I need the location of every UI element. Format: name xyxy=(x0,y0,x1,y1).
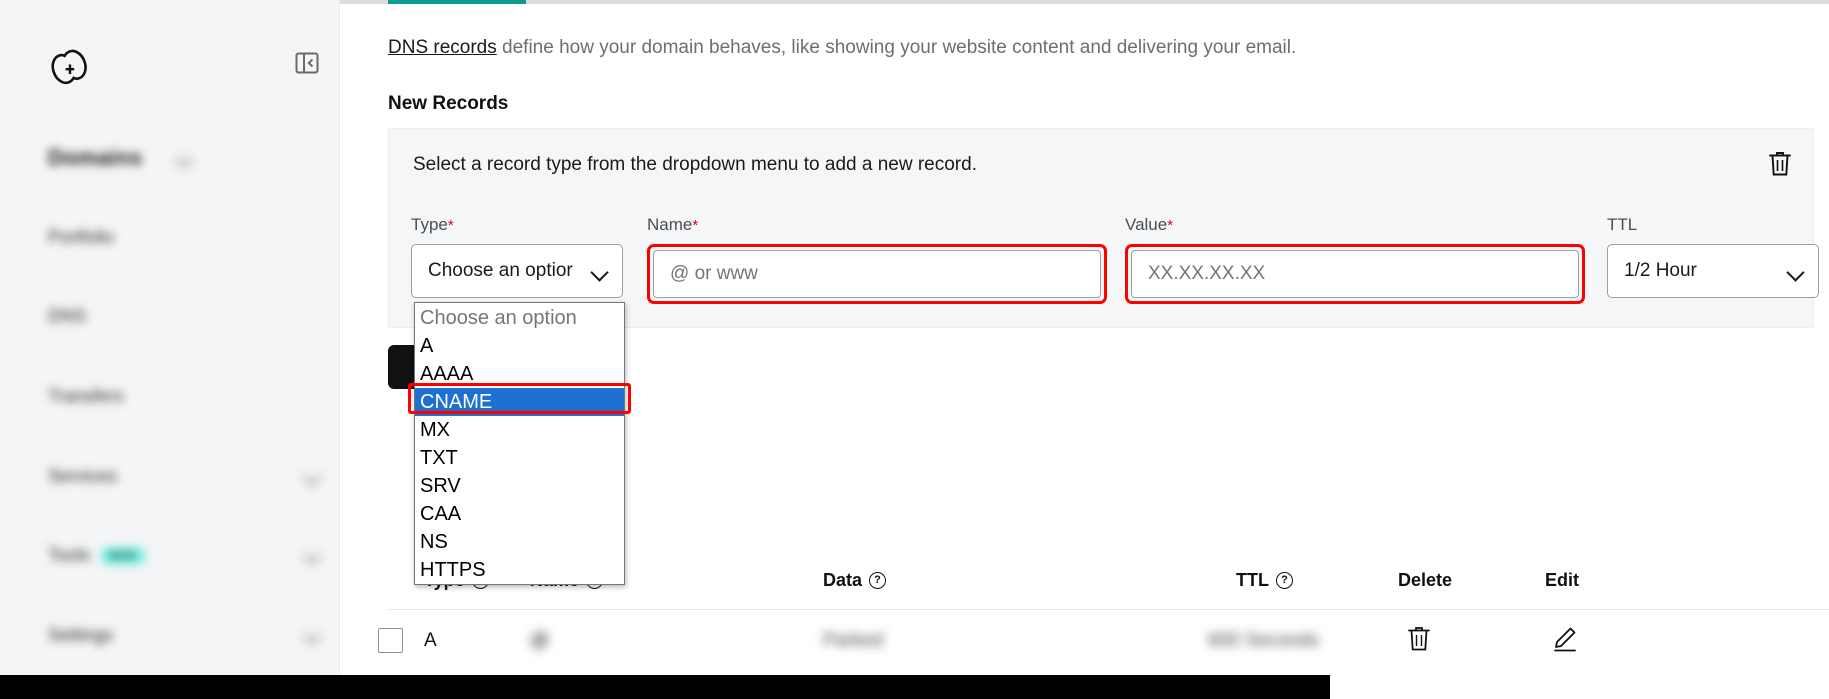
record-type-select[interactable]: Choose an optior xyxy=(411,244,623,298)
trash-icon[interactable] xyxy=(1406,624,1434,652)
dropdown-option-mx[interactable]: MX xyxy=(415,416,624,444)
value-input-wrapper[interactable] xyxy=(1131,250,1579,298)
name-input-wrapper[interactable] xyxy=(653,250,1101,298)
field-label-value: Value* xyxy=(1125,215,1174,234)
column-header-delete: Delete xyxy=(1398,570,1453,590)
pencil-icon[interactable] xyxy=(1551,624,1579,652)
dropdown-option-ns[interactable]: NS xyxy=(415,528,624,556)
cell-name: @ xyxy=(530,630,550,651)
chevron-down-icon xyxy=(303,547,321,565)
value-input[interactable] xyxy=(1148,263,1562,285)
value-field-error-ring xyxy=(1125,244,1585,304)
sidebar-title-label: Domains xyxy=(48,145,143,170)
chevron-down-icon xyxy=(1786,263,1805,282)
field-type: Type* Choose an optior xyxy=(411,215,623,298)
sidebar-item-transfers[interactable]: Transfers xyxy=(48,386,123,407)
cell-data: Parked xyxy=(823,630,884,651)
sidebar-item-label: Transfers xyxy=(48,386,124,406)
trash-icon[interactable] xyxy=(1767,149,1793,177)
column-header-ttl: TTL ? xyxy=(1236,570,1293,591)
tab-underline-strip xyxy=(340,0,1829,4)
intro-text: DNS records define how your domain behav… xyxy=(388,36,1296,61)
cell-ttl: 600 Seconds xyxy=(1208,630,1319,651)
sidebar-item-label: Settings xyxy=(48,625,114,645)
sidebar-item-settings[interactable]: Settings xyxy=(48,625,321,646)
sidebar-item-label: Services xyxy=(48,466,118,486)
sidebar-item-label: Tools xyxy=(48,545,91,565)
active-tab-indicator xyxy=(388,0,526,4)
sidebar-item-label: DNS xyxy=(48,306,87,326)
cell-type: A xyxy=(424,630,437,651)
dropdown-option-txt[interactable]: TXT xyxy=(415,444,624,472)
dropdown-option-a[interactable]: A xyxy=(415,332,624,360)
dropdown-option-cname[interactable]: CNAME xyxy=(415,388,624,416)
field-label-name: Name* xyxy=(647,215,699,234)
sidebar-item-dns[interactable]: DNS xyxy=(48,306,86,327)
sidebar-item-tools[interactable]: Tools NEW xyxy=(48,545,321,566)
column-header-edit: Edit xyxy=(1545,570,1579,590)
field-name: Name* xyxy=(647,215,1107,304)
new-record-panel: Select a record type from the dropdown m… xyxy=(388,128,1819,328)
bottom-bar-cutout xyxy=(1330,675,1829,699)
record-type-value: Choose an optior xyxy=(428,260,573,281)
intro-rest: define how your domain behaves, like sho… xyxy=(496,37,1297,58)
ttl-value: 1/2 Hour xyxy=(1624,260,1697,281)
name-input[interactable] xyxy=(670,263,1084,285)
bottom-black-bar xyxy=(0,675,1829,699)
dropdown-option-srv[interactable]: SRV xyxy=(415,472,624,500)
panel-hint-text: Select a record type from the dropdown m… xyxy=(413,154,977,175)
column-header-data: Data ? xyxy=(823,570,887,591)
help-icon[interactable]: ? xyxy=(869,572,887,589)
sidebar-title-domains[interactable]: Domains xyxy=(48,145,193,171)
field-label-type: Type* xyxy=(411,215,454,234)
page-title: New Records xyxy=(388,93,509,114)
field-ttl: TTL 1/2 Hour xyxy=(1607,215,1819,298)
sidebar: Domains Portfolio DNS Transfers Services… xyxy=(0,0,340,699)
godaddy-logo-icon xyxy=(48,48,92,90)
new-badge: NEW xyxy=(100,546,146,565)
dropdown-option-caa[interactable]: CAA xyxy=(415,500,624,528)
required-asterisk: * xyxy=(447,217,454,234)
chevron-down-icon xyxy=(175,150,193,168)
chevron-down-icon xyxy=(303,468,321,486)
dropdown-option-aaaa[interactable]: AAAA xyxy=(415,360,624,388)
ttl-select[interactable]: 1/2 Hour xyxy=(1607,244,1819,298)
sidebar-item-portfolio[interactable]: Portfolio xyxy=(48,227,114,248)
row-checkbox[interactable] xyxy=(378,628,403,653)
application-window: Domains Portfolio DNS Transfers Services… xyxy=(0,0,1829,699)
sidebar-item-label: Portfolio xyxy=(48,227,115,247)
chevron-down-icon xyxy=(303,627,321,645)
dropdown-option-placeholder[interactable]: Choose an option xyxy=(415,304,624,332)
chevron-down-icon xyxy=(590,263,609,282)
required-asterisk: * xyxy=(692,217,699,234)
record-type-dropdown-list[interactable]: Choose an option A AAAA CNAME MX TXT SRV… xyxy=(414,302,625,585)
dropdown-option-https[interactable]: HTTPS xyxy=(415,556,624,584)
field-value: Value* xyxy=(1125,215,1585,304)
dns-records-link[interactable]: DNS records xyxy=(388,37,497,58)
help-icon[interactable]: ? xyxy=(1276,572,1293,589)
panel-collapse-icon[interactable] xyxy=(294,50,320,76)
required-asterisk: * xyxy=(1167,217,1174,234)
field-label-ttl: TTL xyxy=(1607,215,1638,234)
sidebar-item-services[interactable]: Services xyxy=(48,466,321,487)
name-field-error-ring xyxy=(647,244,1107,304)
